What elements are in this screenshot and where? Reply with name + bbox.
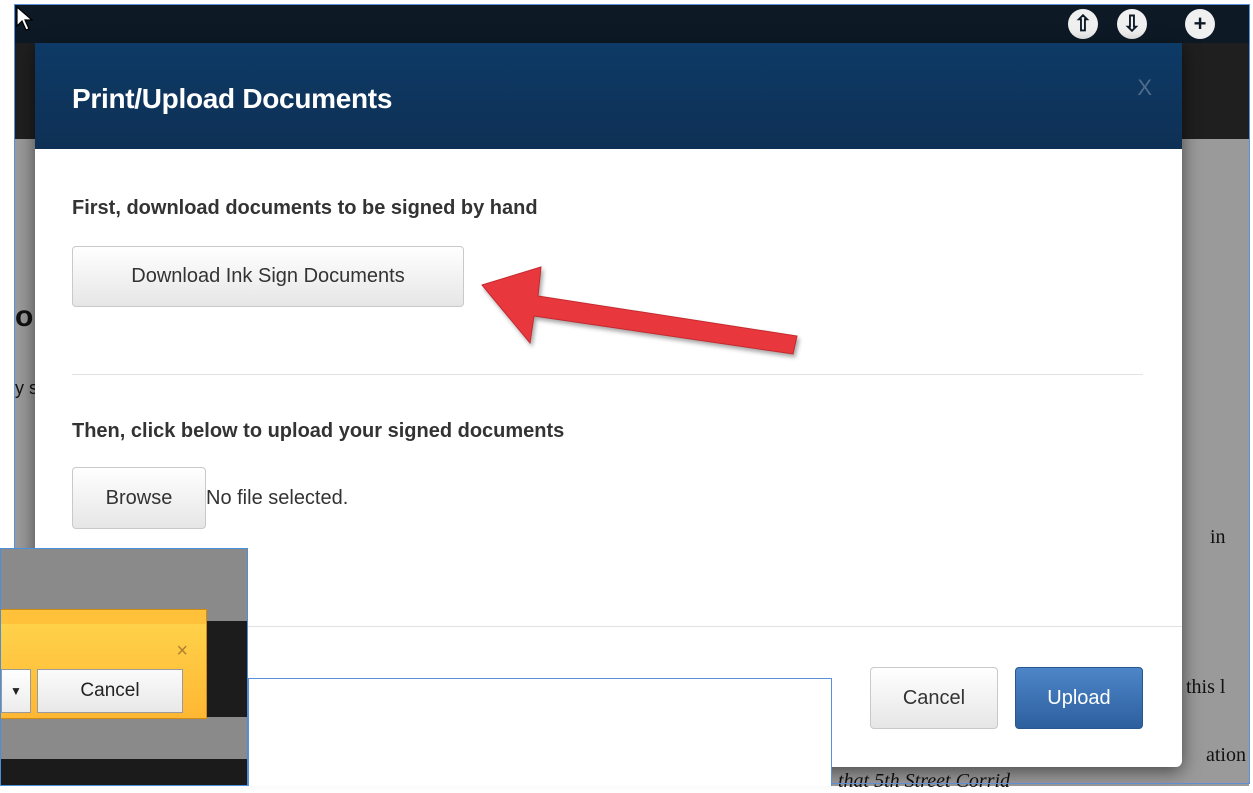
modal-header: Print/Upload Documents X bbox=[35, 43, 1182, 149]
mouse-cursor-icon bbox=[16, 6, 34, 31]
background-heading-fragment: o bbox=[15, 300, 34, 333]
browse-button[interactable]: Browse bbox=[72, 467, 206, 529]
modal-title: Print/Upload Documents bbox=[72, 83, 393, 114]
download-ink-sign-documents-button[interactable]: Download Ink Sign Documents bbox=[72, 246, 464, 307]
cancel-button[interactable]: Cancel bbox=[870, 667, 998, 729]
background-top-bar: ⇧ ⇩ + bbox=[15, 5, 1249, 43]
upload-button[interactable]: Upload bbox=[1015, 667, 1143, 729]
overlay-white-panel bbox=[248, 678, 832, 786]
overlay-cancel-button[interactable]: Cancel bbox=[37, 669, 183, 713]
close-icon[interactable]: X bbox=[1137, 75, 1152, 101]
chevron-down-icon[interactable]: ▼ bbox=[1, 669, 31, 713]
down-arrow-circle-icon[interactable]: ⇩ bbox=[1117, 9, 1147, 39]
background-text-fragment-this: this l bbox=[1186, 676, 1226, 698]
section-divider bbox=[72, 374, 1143, 375]
background-text-fragment-ation: ation bbox=[1206, 744, 1246, 766]
plus-circle-icon[interactable]: + bbox=[1185, 9, 1215, 39]
overlay-screenshot: × ▼ Cancel bbox=[0, 548, 248, 786]
overlay-notification-top bbox=[1, 610, 206, 624]
overlay-bottom-bar bbox=[1, 759, 247, 785]
background-text-fragment-in: in bbox=[1210, 526, 1226, 548]
step2-heading: Then, click below to upload your signed … bbox=[72, 420, 565, 442]
up-arrow-circle-icon[interactable]: ⇧ bbox=[1068, 9, 1098, 39]
overlay-close-icon[interactable]: × bbox=[176, 640, 188, 663]
step1-heading: First, download documents to be signed b… bbox=[72, 197, 538, 219]
file-status-text: No file selected. bbox=[206, 487, 349, 509]
background-text-fragment-street: that 5th Street Corrid bbox=[838, 770, 1011, 792]
